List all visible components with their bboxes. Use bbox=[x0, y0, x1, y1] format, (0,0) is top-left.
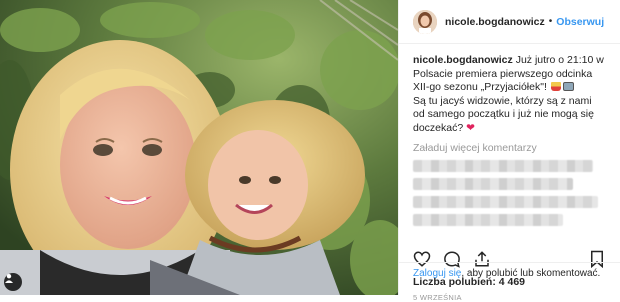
post-photo[interactable] bbox=[0, 0, 398, 295]
fries-emoji-icon bbox=[550, 82, 561, 91]
blurred-comment bbox=[413, 160, 593, 172]
blurred-comment bbox=[413, 178, 573, 190]
tv-emoji-icon bbox=[562, 82, 574, 91]
blurred-comment bbox=[413, 196, 598, 208]
tagged-user-icon[interactable] bbox=[4, 273, 22, 291]
caption-username[interactable]: nicole.bogdanowicz bbox=[413, 54, 513, 66]
caption-text-part2: Są tu jacyś widzowie, którzy są z nami o… bbox=[413, 94, 594, 134]
login-link[interactable]: Zaloguj się bbox=[413, 268, 461, 279]
separator-dot: • bbox=[548, 16, 553, 27]
login-prompt: Zaloguj się, aby polubić lub skomentować… bbox=[399, 262, 620, 295]
login-prompt-text: , aby polubić lub skomentować. bbox=[461, 268, 601, 279]
post-header: nicole.bogdanowicz • Obserwuj bbox=[399, 0, 620, 44]
header-username[interactable]: nicole.bogdanowicz bbox=[445, 16, 545, 28]
load-more-comments-link[interactable]: Załaduj więcej komentarzy bbox=[413, 142, 606, 154]
heart-emoji-icon: ❤ bbox=[466, 121, 475, 134]
post-content: nicole.bogdanowicz Już jutro o 21:10 w P… bbox=[399, 44, 620, 302]
blurred-comment bbox=[413, 214, 563, 226]
selfie-image bbox=[0, 0, 398, 295]
avatar[interactable] bbox=[413, 9, 437, 34]
caption: nicole.bogdanowicz Już jutro o 21:10 w P… bbox=[413, 54, 606, 135]
instagram-post: nicole.bogdanowicz • Obserwuj nicole.bog… bbox=[0, 0, 620, 302]
blurred-comments bbox=[413, 160, 606, 226]
follow-button[interactable]: Obserwuj bbox=[556, 16, 604, 28]
post-side-panel: nicole.bogdanowicz • Obserwuj nicole.bog… bbox=[398, 0, 620, 302]
